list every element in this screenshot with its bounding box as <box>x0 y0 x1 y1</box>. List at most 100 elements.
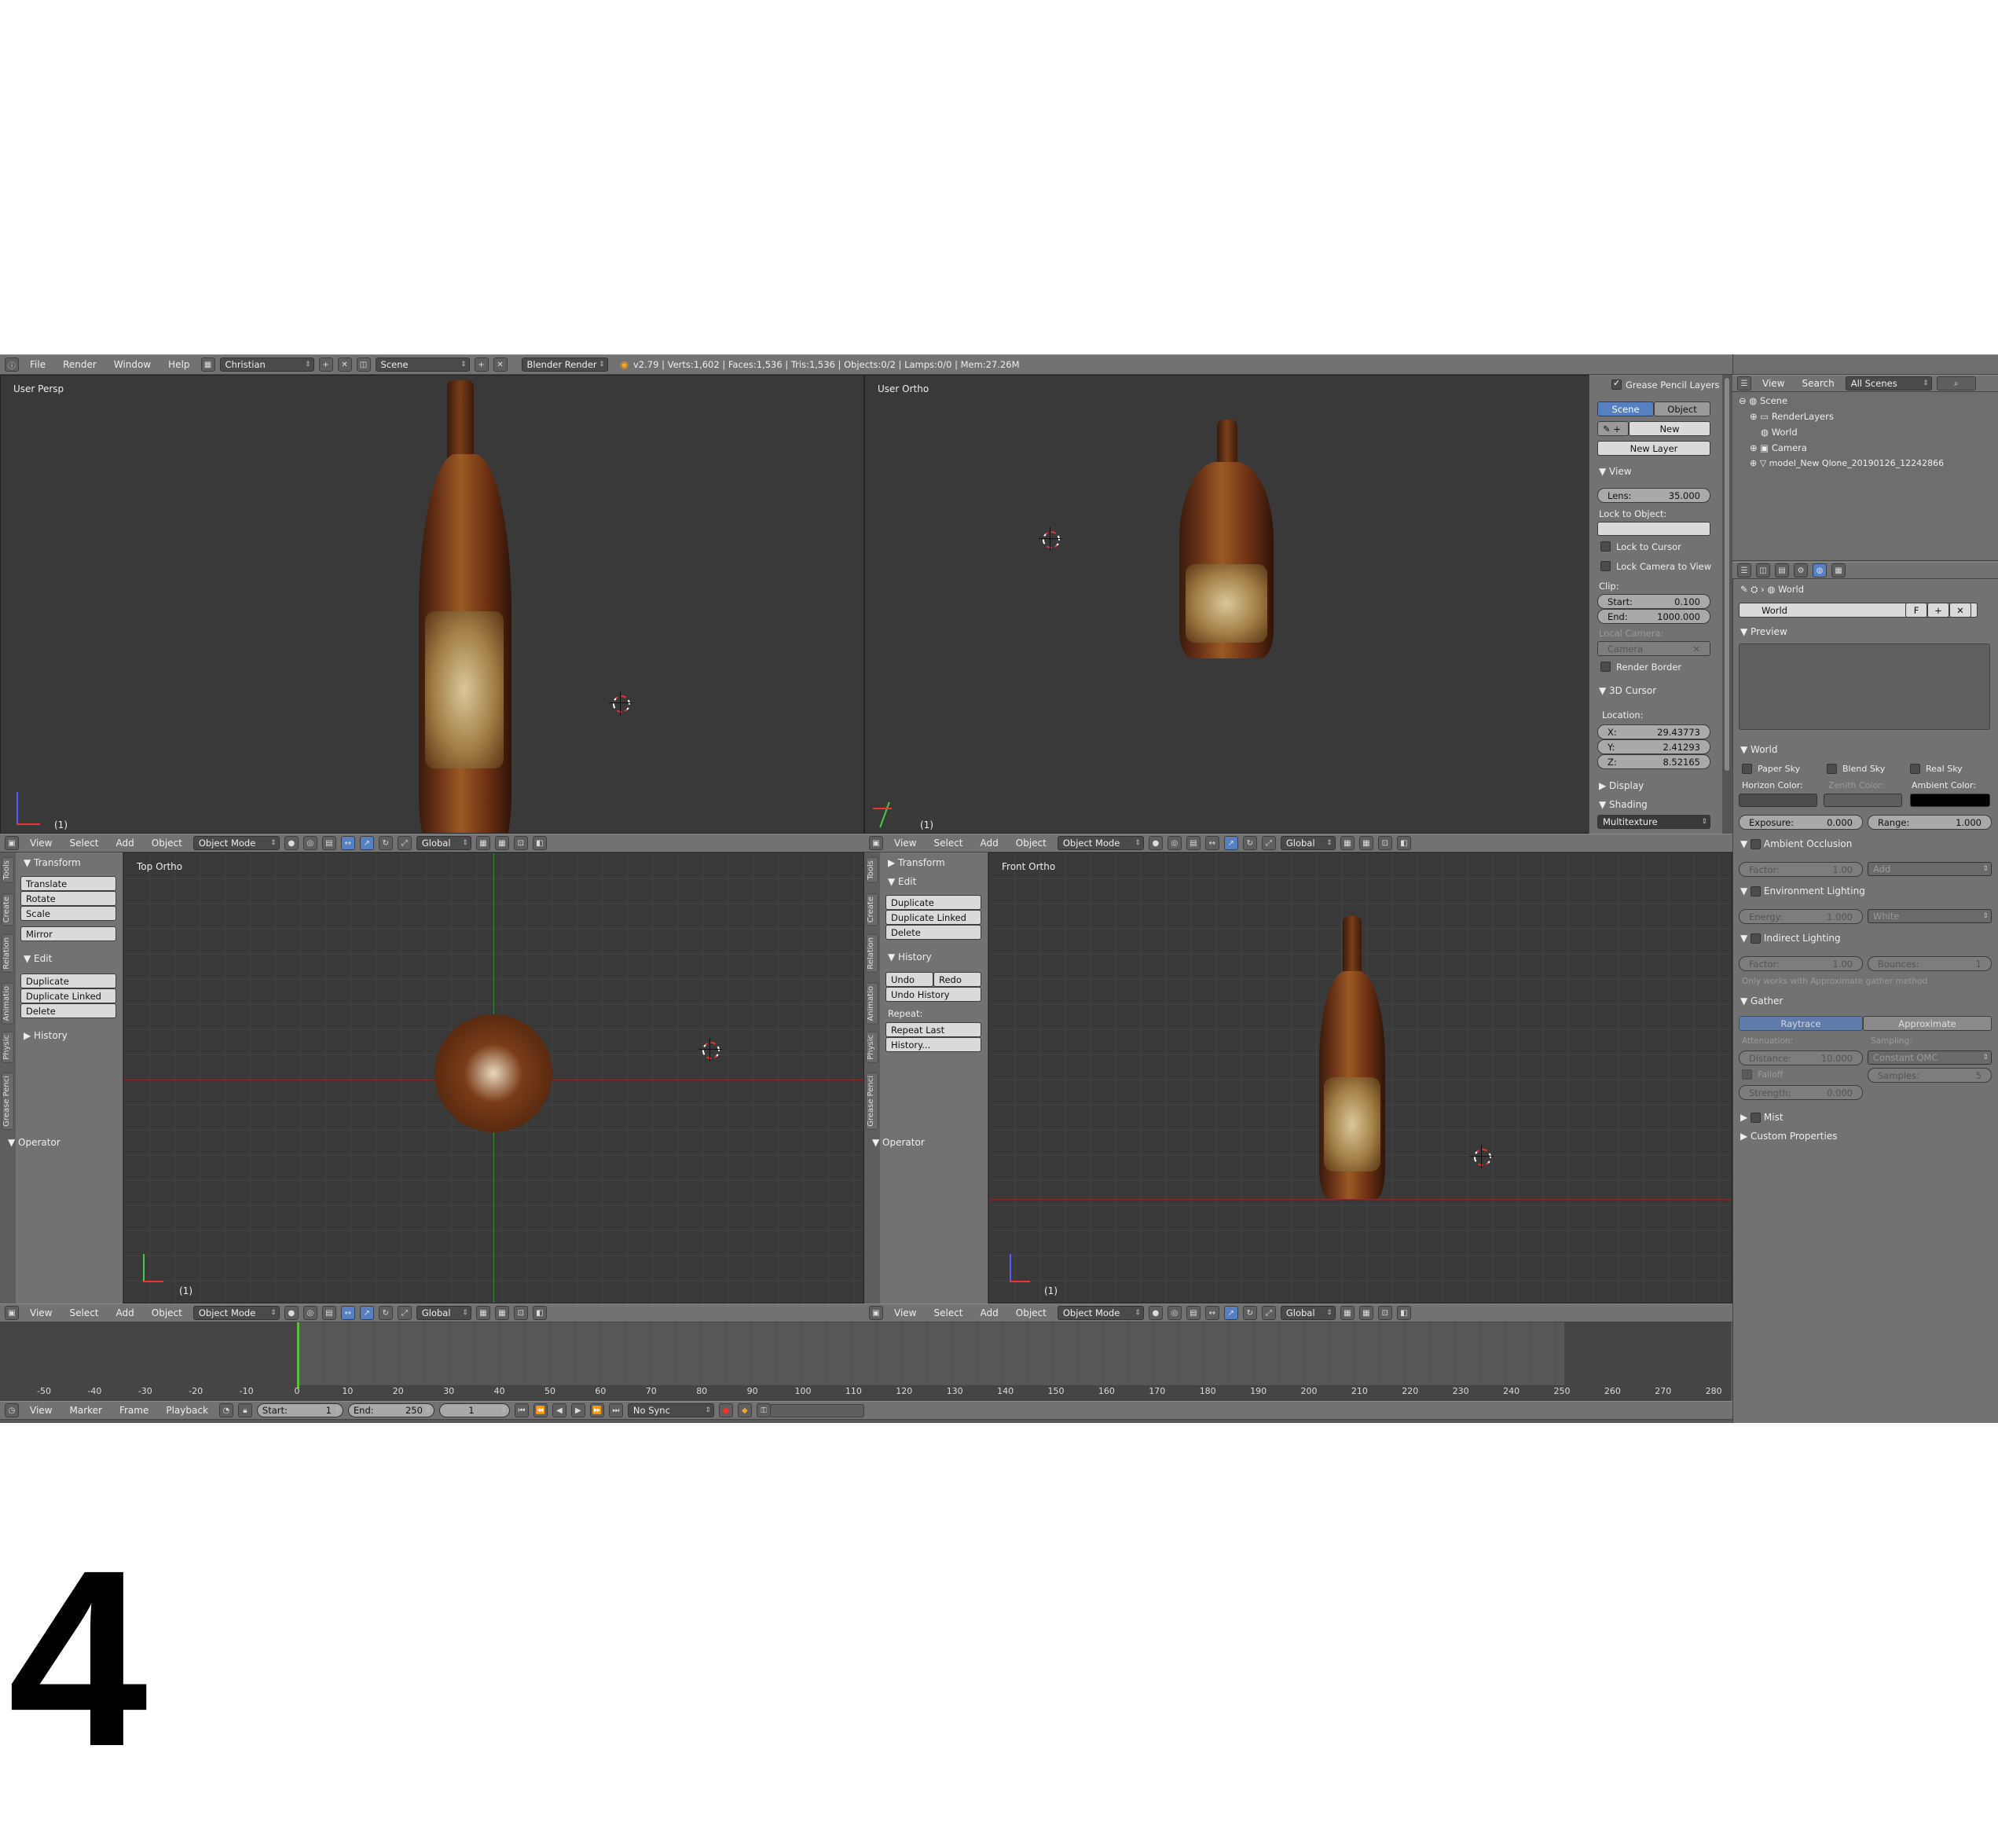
menu-window[interactable]: Window <box>108 359 157 370</box>
horizon-color-swatch[interactable] <box>1739 794 1817 807</box>
real-sky-checkbox[interactable] <box>1910 764 1920 774</box>
samples-field[interactable]: Samples: 5 <box>1868 1068 1992 1083</box>
tab-physics[interactable]: Physic <box>2 1032 14 1063</box>
editor-type-icon[interactable]: ▣ <box>869 836 883 850</box>
indirect-checkbox[interactable] <box>1751 933 1762 944</box>
menu-frame[interactable]: Frame <box>113 1405 155 1416</box>
scale-manip-icon[interactable]: ⤢ <box>1261 836 1276 850</box>
paper-sky-checkbox[interactable] <box>1742 764 1752 774</box>
tab-grease-pencil[interactable]: Grease Penci <box>866 1072 878 1130</box>
current-frame-line[interactable] <box>297 1322 299 1388</box>
orientation-select[interactable]: Global <box>1280 836 1336 850</box>
ao-checkbox[interactable] <box>1751 839 1762 849</box>
indirect-panel-header[interactable]: ▼ Indirect Lighting <box>1740 933 1841 944</box>
mode-select[interactable]: Object Mode <box>192 1306 280 1320</box>
scale-manip-icon[interactable]: ⤢ <box>397 836 412 850</box>
jump-end-icon[interactable]: ⏭ <box>608 1403 623 1417</box>
pivot-icon[interactable]: ◎ <box>1167 836 1182 850</box>
tab-create[interactable]: Create <box>866 893 878 926</box>
history-header[interactable]: ▼ History <box>888 952 932 962</box>
transform-header[interactable]: ▶ Transform <box>888 857 945 868</box>
duplicate-button[interactable]: Duplicate <box>885 895 981 910</box>
scene-select[interactable]: Scene <box>375 358 470 372</box>
tab-create[interactable]: Create <box>2 893 14 926</box>
layers-icon[interactable]: ▦ <box>1340 836 1355 850</box>
menu-marker[interactable]: Marker <box>63 1405 108 1416</box>
orientation-select[interactable]: Global <box>416 1306 471 1320</box>
object-tab-icon[interactable]: ▦ <box>1831 563 1846 578</box>
new-grease-pencil-button[interactable]: New <box>1629 421 1710 436</box>
delete-button[interactable]: Delete <box>885 925 981 940</box>
add-world-icon[interactable]: + <box>1927 603 1949 618</box>
duplicate-button[interactable]: Duplicate <box>20 974 116 988</box>
outliner-item-world[interactable]: ◍ World <box>1761 427 1798 438</box>
lock-camera-checkbox[interactable] <box>1600 561 1611 571</box>
pivot-icon[interactable]: ◎ <box>302 836 317 850</box>
current-frame-field[interactable]: 1 <box>438 1403 510 1417</box>
shading-mode-select[interactable]: Multitexture <box>1597 815 1710 829</box>
menu-search[interactable]: Search <box>1795 378 1840 389</box>
bounces-field[interactable]: Bounces: 1 <box>1868 956 1992 971</box>
env-checkbox[interactable] <box>1751 886 1762 896</box>
tab-physics[interactable]: Physic <box>866 1032 878 1063</box>
preview-range-icon[interactable]: ◔ <box>218 1403 233 1417</box>
translate-manip-icon[interactable]: ↗ <box>359 1306 374 1320</box>
layers-tab-icon[interactable]: ▤ <box>1775 563 1789 578</box>
render-engine-select[interactable]: Blender Render <box>521 358 608 372</box>
operator-header[interactable]: ▼ Operator <box>8 1137 60 1148</box>
mist-panel-header[interactable]: ▶ Mist <box>1740 1112 1784 1123</box>
tab-tools[interactable]: Tools <box>2 857 14 883</box>
repeat-last-button[interactable]: Repeat Last <box>885 1022 981 1037</box>
scene-icon[interactable]: ◫ <box>356 358 371 372</box>
mode-select[interactable]: Object Mode <box>192 836 280 850</box>
render-icon[interactable]: ◧ <box>532 1306 547 1320</box>
view-panel-header[interactable]: ▼ View <box>1599 466 1632 477</box>
render-icon[interactable]: ◧ <box>532 836 547 850</box>
layers-icon[interactable]: ▦ <box>475 1306 490 1320</box>
tab-scene[interactable]: Scene <box>1597 402 1654 416</box>
viewport-top-ortho[interactable]: Top Ortho (1) <box>123 852 864 1304</box>
world-panel-header[interactable]: ▼ World <box>1740 744 1777 755</box>
render-icon[interactable]: ◧ <box>1396 836 1411 850</box>
blend-sky-checkbox[interactable] <box>1827 764 1837 774</box>
menu-select[interactable]: Select <box>927 1307 969 1318</box>
rotate-manip-icon[interactable]: ↻ <box>378 1306 393 1320</box>
shading-icon[interactable]: ● <box>1148 1306 1163 1320</box>
jump-key-forward-icon[interactable]: ⏩ <box>589 1403 604 1417</box>
zenith-color-swatch[interactable] <box>1824 794 1902 807</box>
ao-blend-select[interactable]: Add <box>1868 862 1992 876</box>
fake-user-button[interactable]: F <box>1905 603 1927 618</box>
menu-object[interactable]: Object <box>1010 838 1053 849</box>
menu-add[interactable]: Add <box>974 1307 1005 1318</box>
menu-object[interactable]: Object <box>145 838 189 849</box>
transform-header[interactable]: ▼ Transform <box>24 857 81 868</box>
pivot-icon[interactable]: ◎ <box>302 1306 317 1320</box>
range-field[interactable]: Range: 1.000 <box>1868 815 1992 830</box>
key-icon[interactable]: ⚿ <box>756 1403 771 1417</box>
menu-select[interactable]: Select <box>63 1307 104 1318</box>
grease-pencil-header[interactable]: Grease Pencil Layers <box>1626 380 1720 390</box>
shading-icon[interactable]: ● <box>1148 836 1163 850</box>
editor-type-icon[interactable]: ⓘ <box>5 358 19 372</box>
cursor-z-field[interactable]: Z: 8.52165 <box>1597 754 1710 769</box>
menu-view[interactable]: View <box>24 838 58 849</box>
distance-field[interactable]: Distance: 10.000 <box>1739 1050 1863 1065</box>
timeline-editor[interactable]: -50 -40 -30 -20 -10 0 10 20 30 40 50 60 70 80 90 100 110… <box>0 1322 1731 1401</box>
occlude-icon[interactable]: ▤ <box>321 836 336 850</box>
outliner-item-camera[interactable]: ⊕ ▣ Camera <box>1750 442 1807 453</box>
snap-icon[interactable]: ⊡ <box>1377 1306 1392 1320</box>
menu-object[interactable]: Object <box>145 1307 189 1318</box>
ao-panel-header[interactable]: ▼ Ambient Occlusion <box>1740 838 1852 849</box>
menu-add[interactable]: Add <box>974 838 1005 849</box>
scene-tab-icon[interactable]: ⚙ <box>1794 563 1808 578</box>
keying-set-field[interactable] <box>770 1404 864 1417</box>
delete-button[interactable]: Delete <box>20 1003 116 1018</box>
outliner-item-renderlayers[interactable]: ⊕ ▭ RenderLayers <box>1750 411 1834 422</box>
rotate-manip-icon[interactable]: ↻ <box>1242 836 1257 850</box>
shading-panel-header[interactable]: ▼ Shading <box>1599 799 1648 810</box>
menu-view[interactable]: View <box>1756 378 1791 389</box>
scale-manip-icon[interactable]: ⤢ <box>1261 1306 1276 1320</box>
occlude-icon[interactable]: ▤ <box>321 1306 336 1320</box>
redo-button[interactable]: Redo <box>933 972 981 987</box>
il-factor-field[interactable]: Factor: 1.00 <box>1739 956 1863 971</box>
